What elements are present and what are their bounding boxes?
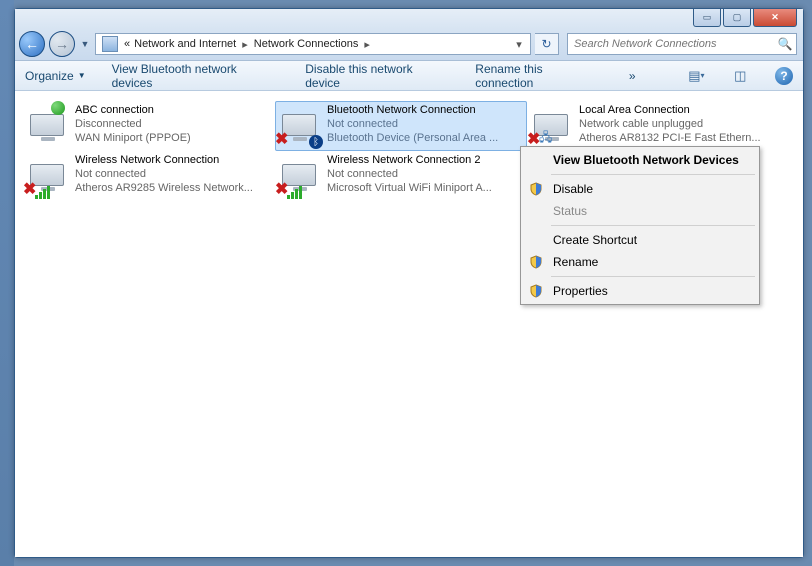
x-icon: ✖ xyxy=(275,129,288,149)
cm-rename[interactable]: Rename xyxy=(523,251,757,273)
connection-device: WAN Miniport (PPPOE) xyxy=(75,131,273,145)
forward-button[interactable]: → xyxy=(49,31,75,57)
check-icon xyxy=(51,101,65,115)
connection-name: Wireless Network Connection 2 xyxy=(327,153,525,167)
signal-icon xyxy=(35,186,50,199)
cm-disable[interactable]: Disable xyxy=(523,178,757,200)
signal-icon xyxy=(287,186,302,199)
titlebar: ▭ ▢ ✕ ← → ▼ « Network and Internet ▸ Net… xyxy=(15,9,803,61)
organize-label: Organize xyxy=(25,69,74,83)
connection-item[interactable]: ✖ᛒBluetooth Network ConnectionNot connec… xyxy=(275,101,527,151)
command-bar: Organize ▼ View Bluetooth network device… xyxy=(15,61,803,91)
connection-icon xyxy=(25,103,69,147)
search-box[interactable]: 🔍 xyxy=(567,33,797,55)
connection-item[interactable]: ABC connectionDisconnectedWAN Miniport (… xyxy=(23,101,275,151)
back-button[interactable]: ← xyxy=(19,31,45,57)
preview-pane-button[interactable]: ◫ xyxy=(731,67,749,85)
connection-status: Not connected xyxy=(327,117,525,131)
connection-name: Bluetooth Network Connection xyxy=(327,103,525,117)
close-icon: ✕ xyxy=(771,12,779,23)
connection-device: Bluetooth Device (Personal Area ... xyxy=(327,131,525,145)
bluetooth-icon: ᛒ xyxy=(309,135,323,149)
close-button[interactable]: ✕ xyxy=(753,9,797,27)
connection-name: Wireless Network Connection xyxy=(75,153,273,167)
arrow-right-icon: → xyxy=(55,36,69,52)
connection-item[interactable]: ✖ Wireless Network Connection 2Not connec… xyxy=(275,151,527,201)
organize-menu[interactable]: Organize ▼ xyxy=(25,69,86,83)
rename-connection-button[interactable]: Rename this connection xyxy=(475,62,603,90)
chevron-right-icon[interactable]: ▸ xyxy=(238,38,252,51)
connection-device: Microsoft Virtual WiFi Miniport A... xyxy=(327,181,525,195)
cm-properties[interactable]: Properties xyxy=(523,280,757,302)
minimize-icon: ▭ xyxy=(703,12,712,23)
shield-icon xyxy=(529,182,543,196)
connection-item[interactable]: ✖ Wireless Network ConnectionNot connecte… xyxy=(23,151,275,201)
connection-icon: ✖ xyxy=(277,153,321,197)
connection-name: Local Area Connection xyxy=(579,103,777,117)
connection-icon: ✖🖧 xyxy=(529,103,573,147)
more-commands-button[interactable]: » xyxy=(629,69,636,83)
view-bluetooth-devices-button[interactable]: View Bluetooth network devices xyxy=(112,62,280,90)
chevron-down-icon: ▼ xyxy=(78,71,86,80)
address-bar[interactable]: « Network and Internet ▸ Network Connect… xyxy=(95,33,531,55)
connection-status: Not connected xyxy=(327,167,525,181)
chevron-right-icon[interactable]: ▸ xyxy=(360,38,374,51)
minimize-button[interactable]: ▭ xyxy=(693,9,721,27)
breadcrumb-current[interactable]: Network Connections xyxy=(252,38,361,50)
search-input[interactable] xyxy=(568,38,774,50)
cm-view-bluetooth-devices[interactable]: View Bluetooth Network Devices xyxy=(523,149,757,171)
view-options-button[interactable]: ▤▾ xyxy=(688,67,706,85)
help-button[interactable]: ? xyxy=(775,67,793,85)
shield-icon xyxy=(529,255,543,269)
connection-status: Network cable unplugged xyxy=(579,117,777,131)
cm-status: Status xyxy=(523,200,757,222)
connection-status: Not connected xyxy=(75,167,273,181)
context-menu: View Bluetooth Network Devices Disable S… xyxy=(520,146,760,305)
connection-icon: ✖ xyxy=(25,153,69,197)
address-dropdown[interactable]: ▾ xyxy=(510,38,528,51)
cm-create-shortcut[interactable]: Create Shortcut xyxy=(523,229,757,251)
help-icon: ? xyxy=(780,69,787,83)
connection-name: ABC connection xyxy=(75,103,273,117)
history-dropdown[interactable]: ▼ xyxy=(79,39,91,49)
connection-item[interactable]: ✖🖧 Local Area ConnectionNetwork cable unp… xyxy=(527,101,779,151)
connection-device: Atheros AR9285 Wireless Network... xyxy=(75,181,273,195)
shield-icon xyxy=(529,284,543,298)
connection-device: Atheros AR8132 PCI-E Fast Ethern... xyxy=(579,131,777,145)
maximize-icon: ▢ xyxy=(733,12,742,23)
disable-device-button[interactable]: Disable this network device xyxy=(305,62,449,90)
location-icon xyxy=(102,36,118,52)
search-icon[interactable]: 🔍 xyxy=(774,37,796,51)
refresh-button[interactable]: ↻ xyxy=(535,33,559,55)
connection-icon: ✖ᛒ xyxy=(277,103,321,147)
refresh-icon: ↻ xyxy=(541,37,551,51)
arrow-left-icon: ← xyxy=(25,36,39,52)
maximize-button[interactable]: ▢ xyxy=(723,9,751,27)
breadcrumb-root[interactable]: « xyxy=(122,38,132,50)
connection-status: Disconnected xyxy=(75,117,273,131)
breadcrumb-parent[interactable]: Network and Internet xyxy=(132,38,238,50)
